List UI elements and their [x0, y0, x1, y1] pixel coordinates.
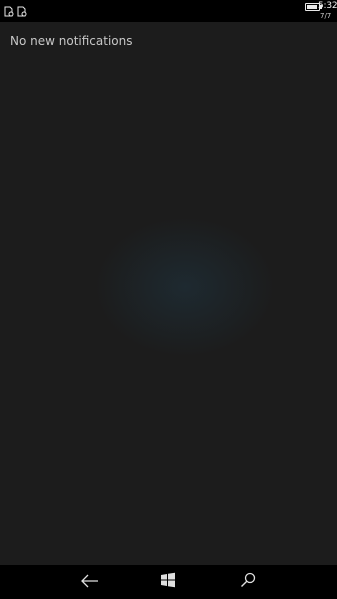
status-time: 5:32 — [318, 1, 337, 11]
action-center-panel: No new notifications — [0, 22, 337, 565]
empty-notifications-message: No new notifications — [10, 34, 133, 48]
status-date: 7/7 — [320, 12, 332, 20]
start-button[interactable] — [158, 572, 178, 592]
windows-start-icon — [160, 572, 176, 592]
navigation-bar — [0, 565, 337, 599]
status-bar: 5:32 7/7 — [0, 0, 337, 22]
back-button[interactable] — [80, 572, 100, 592]
search-button[interactable] — [238, 572, 258, 592]
back-icon — [81, 573, 99, 592]
notification-app-icon — [17, 2, 27, 17]
search-icon — [240, 572, 256, 592]
notification-app-icon — [4, 2, 14, 17]
